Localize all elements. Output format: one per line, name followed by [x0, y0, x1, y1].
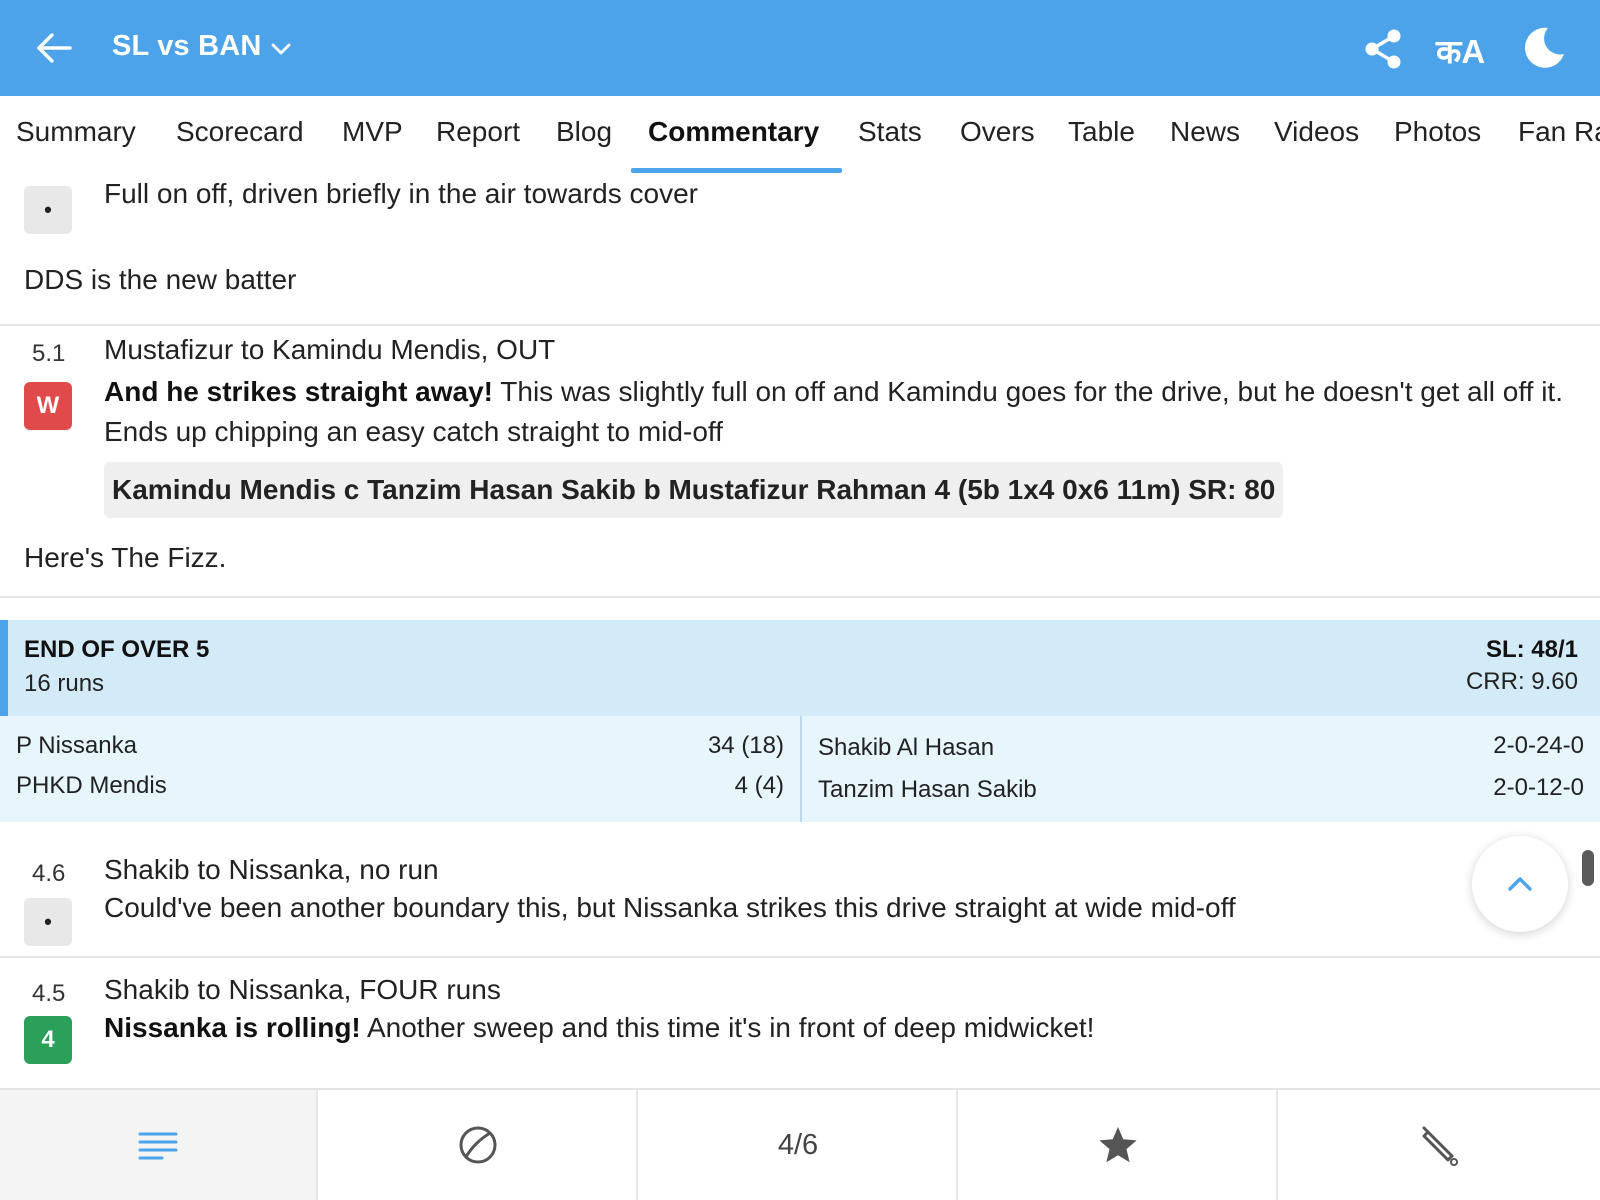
ball-commentary: And he strikes straight away! This was s… [104, 372, 1574, 452]
divider [0, 956, 1600, 958]
accent-bar [0, 620, 8, 716]
team-score: SL: 48/1 [1485, 636, 1578, 663]
tab-photos[interactable]: Photos [1394, 116, 1481, 148]
tab-mvp[interactable]: MVP [342, 116, 403, 148]
tab-commentary[interactable]: Commentary [648, 116, 819, 148]
commentary-highlight: Nissanka is rolling! [104, 1012, 361, 1043]
over-ball-number: 5.1 [32, 340, 66, 367]
over-ball-number: 4.6 [32, 860, 66, 887]
over-runs: 16 runs [24, 670, 105, 697]
cricket-bat-icon [1422, 1126, 1458, 1166]
commentary-note: DDS is the new batter [24, 264, 297, 295]
ball-result-badge: • [24, 186, 72, 234]
batting-filter-button[interactable] [1280, 1090, 1598, 1200]
chevron-down-icon[interactable] [268, 36, 294, 62]
match-tabs: Summary Scorecard MVP Report Blog Commen… [0, 96, 1600, 174]
divider [0, 596, 1600, 598]
ball-headline: Mustafizur to Kamindu Mendis, OUT [104, 334, 556, 365]
scroll-to-top-button[interactable] [1472, 836, 1568, 932]
column-divider [800, 716, 802, 822]
active-tab-indicator [631, 168, 842, 173]
ball-commentary: Could've been another boundary this, but… [104, 892, 1236, 923]
divider [0, 324, 1600, 326]
bowler-name: Shakib Al Hasan [818, 734, 995, 761]
language-icon[interactable]: कA [1436, 28, 1485, 73]
share-icon[interactable] [1360, 26, 1406, 72]
highlights-button[interactable] [960, 1090, 1278, 1200]
end-of-over-header: END OF OVER 5 16 runs SL: 48/1 CRR: 9.60 [0, 620, 1600, 716]
end-of-over-title: END OF OVER 5 [24, 636, 210, 663]
bowler-name: Tanzim Hasan Sakib [818, 776, 1037, 803]
chevron-up-icon [1508, 877, 1532, 891]
commentary-note: Here's The Fizz. [24, 542, 227, 573]
boundary-badge: 4 [24, 1016, 72, 1064]
over-counter[interactable]: 4/6 [640, 1090, 958, 1200]
tab-videos[interactable]: Videos [1274, 116, 1359, 148]
commentary-text: Another sweep and this time it's in fron… [360, 1012, 1095, 1043]
tab-blog[interactable]: Blog [556, 116, 612, 148]
ball-headline: Shakib to Nissanka, FOUR runs [104, 974, 501, 1005]
batter-name: PHKD Mendis [16, 772, 167, 799]
menu-lines-icon [138, 1132, 178, 1160]
over-ball-number: 4.5 [32, 980, 66, 1007]
ball-headline: Shakib to Nissanka, no run [104, 854, 439, 885]
tab-fan-ratings[interactable]: Fan Ra [1518, 116, 1600, 148]
tab-stats[interactable]: Stats [858, 116, 922, 148]
star-icon [1099, 1127, 1137, 1163]
bowler-figures: 2-0-12-0 [1493, 774, 1584, 801]
commentary-highlight: And he strikes straight away! [104, 376, 494, 407]
cricket-ball-icon [459, 1126, 497, 1164]
tab-report[interactable]: Report [436, 116, 520, 148]
ball-commentary: Nissanka is rolling! Another sweep and t… [104, 1008, 1574, 1048]
app-header: SL vs BAN कA [0, 0, 1600, 96]
bowler-figures: 2-0-24-0 [1493, 732, 1584, 759]
scrollbar-thumb[interactable] [1582, 850, 1594, 886]
wickets-filter-button[interactable] [320, 1090, 638, 1200]
batter-score: 4 (4) [734, 772, 784, 799]
current-run-rate: CRR: 9.60 [1465, 668, 1578, 695]
dismissal-summary[interactable]: Kamindu Mendis c Tanzim Hasan Sakib b Mu… [104, 462, 1284, 518]
over-counter-label: 4/6 [777, 1128, 819, 1161]
ball-result-badge: • [24, 898, 72, 946]
ball-commentary: Full on off, driven briefly in the air t… [104, 178, 698, 209]
tab-summary[interactable]: Summary [16, 116, 136, 148]
tab-news[interactable]: News [1170, 116, 1240, 148]
end-of-over-stats: P Nissanka 34 (18) PHKD Mendis 4 (4) Sha… [0, 716, 1600, 822]
tab-overs[interactable]: Overs [960, 116, 1035, 148]
tab-scorecard[interactable]: Scorecard [176, 116, 304, 148]
tab-table[interactable]: Table [1068, 116, 1135, 148]
commentary-view-button[interactable] [0, 1090, 318, 1200]
batter-name: P Nissanka [16, 732, 137, 759]
arrow-left-icon[interactable] [32, 26, 76, 70]
wicket-badge: W [24, 382, 72, 430]
batter-score: 34 (18) [707, 732, 784, 759]
bottom-toolbar: 4/6 [0, 1088, 1600, 1200]
moon-icon[interactable] [1520, 24, 1568, 72]
match-title[interactable]: SL vs BAN [112, 30, 262, 63]
commentary-feed[interactable]: • Full on off, driven briefly in the air… [0, 174, 1600, 1088]
